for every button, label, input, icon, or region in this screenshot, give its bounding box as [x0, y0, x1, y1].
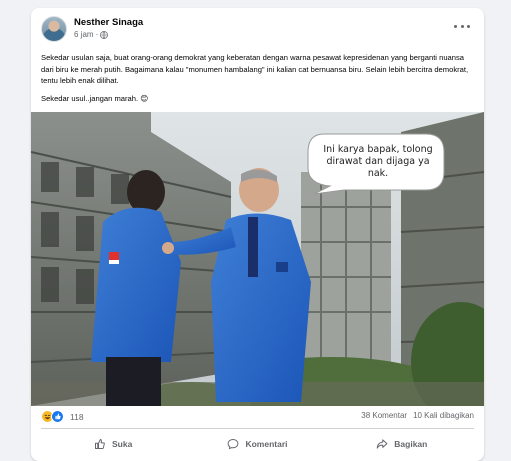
like-label: Suka	[112, 439, 133, 449]
share-icon	[376, 439, 388, 449]
globe-icon[interactable]	[100, 30, 109, 39]
meta-separator: ·	[95, 30, 99, 39]
share-count[interactable]: 10 Kali dibagikan	[413, 411, 474, 420]
post-paragraph-1: Sekedar usulan saja, buat orang-orang de…	[41, 53, 469, 85]
more-options-icon[interactable]	[454, 20, 470, 32]
like-reaction-icon	[51, 410, 64, 423]
post-paragraph-2: Sekedar usul..jangan marah. 😊	[41, 93, 149, 103]
reaction-summary[interactable]: 118	[41, 410, 84, 423]
comment-count[interactable]: 38 Komentar	[361, 411, 407, 420]
comment-icon	[228, 439, 239, 450]
post-meta: 6 jam ·	[74, 30, 109, 39]
post-header: Nesther Sinaga 6 jam ·	[31, 8, 484, 48]
comment-label: Komentari	[245, 439, 288, 449]
like-button[interactable]: Suka	[41, 432, 185, 456]
engagement-counts: 38 Komentar 10 Kali dibagikan	[361, 411, 474, 420]
comment-button[interactable]: Komentari	[185, 432, 329, 456]
share-label: Bagikan	[394, 439, 428, 449]
divider	[41, 428, 474, 429]
share-button[interactable]: Bagikan	[330, 432, 474, 456]
action-bar: Suka Komentari Bagikan	[41, 432, 474, 456]
post-stats: 118 38 Komentar 10 Kali dibagikan	[41, 410, 474, 424]
post-body: Sekedar usulan saja, buat orang-orang de…	[41, 52, 477, 104]
reaction-count[interactable]: 118	[70, 412, 84, 422]
post-time[interactable]: 6 jam	[74, 30, 94, 39]
post-image[interactable]: Ini karya bapak, tolong dirawat dan dija…	[31, 112, 484, 406]
author-name[interactable]: Nesther Sinaga	[74, 17, 143, 28]
thumbs-up-icon	[95, 439, 105, 449]
post-card: Nesther Sinaga 6 jam · Sekedar usulan sa…	[31, 8, 484, 461]
speech-bubble-text: Ini karya bapak, tolong dirawat dan dija…	[323, 144, 433, 179]
avatar[interactable]	[41, 16, 67, 42]
